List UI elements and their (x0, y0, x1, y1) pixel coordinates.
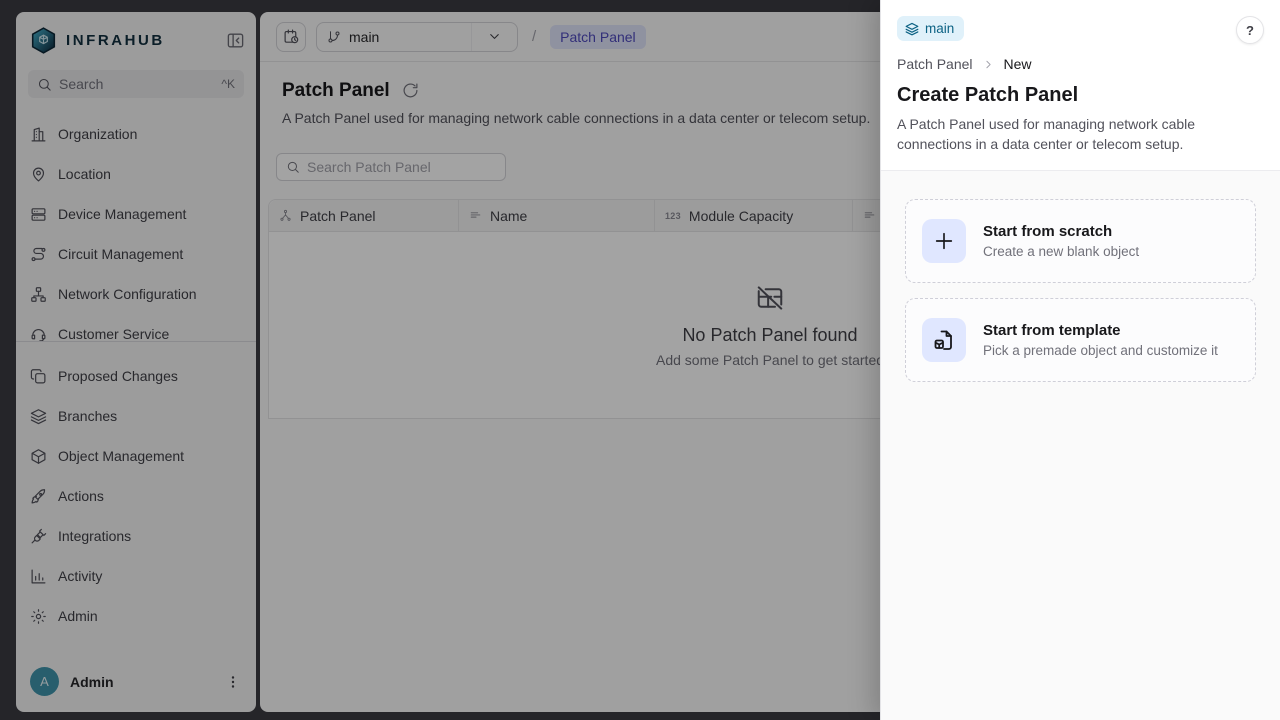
drawer-branch-label: main (925, 21, 954, 36)
drawer-title: Create Patch Panel (897, 84, 1264, 107)
create-drawer: main ? Patch Panel New Create Patch Pane… (880, 0, 1280, 720)
breadcrumb-current: New (1004, 56, 1032, 72)
option-subtitle: Create a new blank object (983, 244, 1139, 259)
layers-icon (905, 22, 919, 36)
option-subtitle: Pick a premade object and customize it (983, 343, 1218, 358)
breadcrumb-parent[interactable]: Patch Panel (897, 56, 973, 72)
start-from-template-card[interactable]: Start from template Pick a premade objec… (905, 298, 1256, 382)
option-title: Start from template (983, 322, 1218, 339)
option-title: Start from scratch (983, 223, 1139, 240)
help-button[interactable]: ? (1236, 16, 1264, 44)
file-box-icon (922, 318, 966, 362)
drawer-description: A Patch Panel used for managing network … (897, 114, 1227, 155)
chevron-right-icon (982, 58, 995, 71)
drawer-header: main ? Patch Panel New Create Patch Pane… (881, 0, 1280, 171)
start-from-scratch-card[interactable]: Start from scratch Create a new blank ob… (905, 199, 1256, 283)
drawer-breadcrumb: Patch Panel New (897, 56, 1264, 72)
plus-icon (922, 219, 966, 263)
drawer-branch-badge[interactable]: main (897, 16, 964, 41)
drawer-body: Start from scratch Create a new blank ob… (881, 171, 1280, 410)
